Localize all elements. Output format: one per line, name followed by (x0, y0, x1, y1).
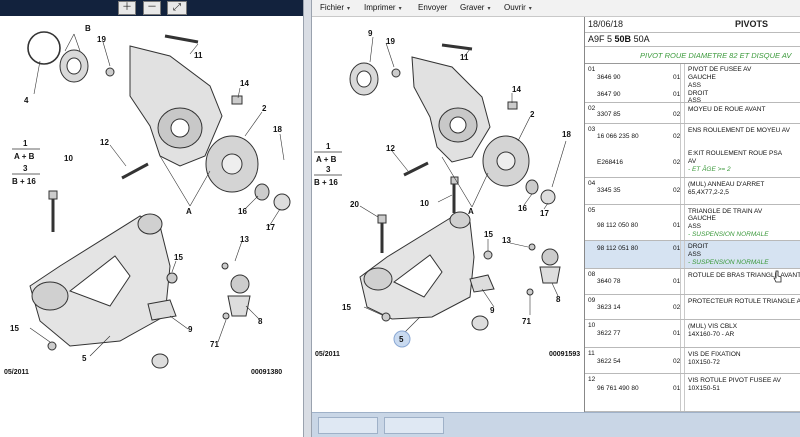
part-row-10[interactable]: 10 3622 77 01 (MUL) VIS CBLX 14X160-70 -… (585, 320, 800, 348)
menu-envoyer[interactable]: Envoyer (418, 3, 447, 12)
right-callout-15-bottom: 15 (342, 303, 351, 312)
left-callout-b-plus-16: B + 16 (12, 177, 36, 186)
part-row-05[interactable]: 05 98 112 050 80 01 TRIANGLE DE TRAIN AV… (585, 205, 800, 241)
right-callout-9-top: 9 (368, 29, 373, 38)
right-callout-12: 12 (386, 144, 395, 153)
parts-date: 18/06/18 (588, 19, 624, 29)
right-callout-13: 13 (502, 236, 511, 245)
zoom-out-icon[interactable]: － (143, 1, 161, 15)
right-callout-a-plus-b: A + B (316, 155, 337, 164)
right-callout-11: 11 (460, 53, 469, 62)
parts-subtitle-row: PIVOT ROUE DIAMETRE 82 ET DISQUE AV (585, 47, 800, 64)
right-callout-18: 18 (562, 130, 571, 139)
right-callout-16: 16 (518, 204, 527, 213)
right-callout-2: 2 (530, 110, 535, 119)
part-row-01[interactable]: 01 3646 90 01 3647 90 01 PIVOT DE FUSEE … (585, 64, 800, 104)
part-row-02[interactable]: 02 3307 85 02 MOYEU DE ROUE AVANT (585, 103, 800, 124)
left-callout-12: 12 (100, 138, 109, 147)
left-callout-9: 9 (188, 325, 193, 334)
right-diagram-date: 05/2011 (315, 351, 340, 358)
part-row-12[interactable]: 12 96 761 490 80 01 VIS ROTULE PIVOT FUS… (585, 374, 800, 412)
left-callout-1: 1 (23, 139, 28, 148)
left-callout-13: 13 (240, 235, 249, 244)
part-row-08[interactable]: 08 3640 78 01 ROTULE DE BRAS TRIANGLE AV… (585, 269, 800, 295)
pane-splitter[interactable] (303, 0, 312, 437)
chevron-down-icon: ▾ (347, 6, 351, 12)
left-callout-a-plus-b: A + B (14, 152, 35, 161)
left-callout-11: 11 (194, 51, 203, 60)
right-callout-a: A (468, 207, 474, 216)
right-viewer-window: Fichier ▾ Imprimer ▾ Envoyer Graver ▾ Ouvri… (312, 0, 800, 437)
left-callout-18: 18 (273, 125, 282, 134)
left-blank-area (0, 381, 303, 437)
taskbar-strip (312, 412, 800, 437)
left-callout-b: B (85, 24, 91, 33)
menu-imprimer[interactable]: Imprimer ▾ (364, 3, 402, 12)
left-callout-16: 16 (238, 207, 247, 216)
parts-subtitle: PIVOT ROUE DIAMETRE 82 ET DISQUE AV (640, 51, 792, 60)
suspension-exploded-diagram-right: 9 19 11 14 2 18 1 A + B 3 B + 16 12 16 1… (314, 29, 571, 348)
part-row-09[interactable]: 09 3623 14 02 PROTECTEUR ROTULE TRIANGLE… (585, 295, 800, 320)
menu-bar: Fichier ▾ Imprimer ▾ Envoyer Graver ▾ Ouvri… (312, 0, 800, 17)
menu-ouvrir[interactable]: Ouvrir ▾ (504, 3, 532, 12)
right-callout-b-plus-16: B + 16 (314, 178, 338, 187)
parts-title: PIVOTS (735, 19, 769, 29)
left-diagram-pane: ＋ － ⤢ 4 B 19 11 14 2 18 1 A + B 3 B + 16… (0, 0, 303, 437)
chevron-down-icon: ▾ (528, 6, 532, 12)
right-callout-14: 14 (512, 85, 521, 94)
zoom-fit-icon[interactable]: ⤢ (167, 1, 187, 15)
zoom-in-icon[interactable]: ＋ (118, 1, 136, 15)
left-zoom-toolbar: ＋ － ⤢ (0, 0, 303, 16)
menu-graver[interactable]: Graver ▾ (460, 3, 490, 12)
menu-fichier[interactable]: Fichier ▾ (320, 3, 350, 12)
right-callout-71: 71 (522, 317, 531, 326)
right-callout-19: 19 (386, 37, 395, 46)
left-callout-15-top: 15 (174, 253, 183, 262)
right-callout-20: 20 (350, 200, 359, 209)
right-callout-17: 17 (540, 209, 549, 218)
right-callout-15-top: 15 (484, 230, 493, 239)
suspension-exploded-diagram-left: 4 B 19 11 14 2 18 1 A + B 3 B + 16 10 12… (10, 24, 291, 369)
left-callout-14: 14 (240, 79, 249, 88)
task-button[interactable] (384, 417, 444, 434)
vehicle-codes: A9F 5 50B 50A (588, 34, 650, 44)
left-callout-5: 5 (82, 354, 87, 363)
right-callout-3: 3 (326, 165, 331, 174)
right-callout-10: 10 (420, 199, 429, 208)
left-callout-3: 3 (23, 164, 28, 173)
part-row-04[interactable]: 04 3345 35 02 (MUL) ANNEAU D'ARRET 65,4X… (585, 178, 800, 205)
chevron-down-icon: ▾ (487, 6, 491, 12)
right-callout-5[interactable]: 5 (399, 335, 404, 344)
left-diagram-ref: 00091380 (251, 369, 283, 376)
left-callout-17: 17 (266, 223, 275, 232)
left-callout-10: 10 (64, 154, 73, 163)
part-row-05-droit-selected[interactable]: 98 112 051 80 01 DROIT ASS - SUSPENSION … (585, 241, 800, 269)
right-callout-1: 1 (326, 142, 331, 151)
left-diagram-date: 05/2011 (4, 369, 29, 376)
left-callout-71: 71 (210, 340, 219, 349)
part-row-11[interactable]: 11 3622 54 02 VIS DE FIXATION 10X150-72 (585, 348, 800, 374)
parts-header: 18/06/18 PIVOTS (585, 17, 800, 33)
chevron-down-icon: ▾ (398, 6, 402, 12)
left-callout-15-bottom: 15 (10, 324, 19, 333)
left-callout-19: 19 (97, 35, 106, 44)
hand-cursor-icon (773, 270, 782, 283)
task-button[interactable] (318, 417, 378, 434)
vehicle-codes-row: A9F 5 50B 50A (585, 33, 800, 47)
left-callout-8: 8 (258, 317, 263, 326)
right-callout-9: 9 (490, 306, 495, 315)
parts-list-panel: 18/06/18 PIVOTS A9F 5 50B 50A PIVOT ROUE… (584, 17, 800, 412)
left-callout-a: A (186, 207, 192, 216)
right-diagram-ref: 00091593 (549, 351, 581, 358)
part-row-03[interactable]: 03 16 066 235 80 02 E268416 02 ENS ROULE… (585, 124, 800, 178)
left-callout-2: 2 (262, 104, 267, 113)
screen: ＋ － ⤢ 4 B 19 11 14 2 18 1 A + B 3 B + 16… (0, 0, 800, 437)
left-callout-4: 4 (24, 96, 29, 105)
right-callout-8: 8 (556, 295, 561, 304)
